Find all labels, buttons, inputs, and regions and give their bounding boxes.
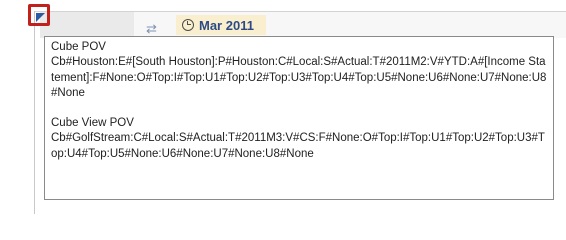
grid-left-border bbox=[34, 11, 35, 214]
cube-view-pov-title: Cube View POV bbox=[51, 117, 134, 130]
cube-view-pov-value: Cb#GolfStream:C#Local:S#Actual:T#2011M3:… bbox=[51, 132, 545, 160]
cube-pov-value: Cb#Houston:E#[South Houston]:P#Houston:C… bbox=[51, 56, 547, 99]
clock-icon bbox=[182, 19, 194, 31]
tooltip-spacer bbox=[51, 101, 547, 116]
period-label: Mar 2011 bbox=[199, 17, 254, 33]
cube-pov-title: Cube POV bbox=[51, 41, 106, 53]
cell-comment-marker-icon[interactable] bbox=[36, 13, 45, 22]
sync-icon[interactable]: ⇄ bbox=[146, 21, 157, 37]
pov-tooltip: Cube POV Cb#Houston:E#[South Houston]:P#… bbox=[44, 36, 554, 200]
period-header-cell[interactable]: Mar 2011 bbox=[176, 15, 266, 35]
grid-row-header-cell[interactable] bbox=[40, 12, 134, 38]
